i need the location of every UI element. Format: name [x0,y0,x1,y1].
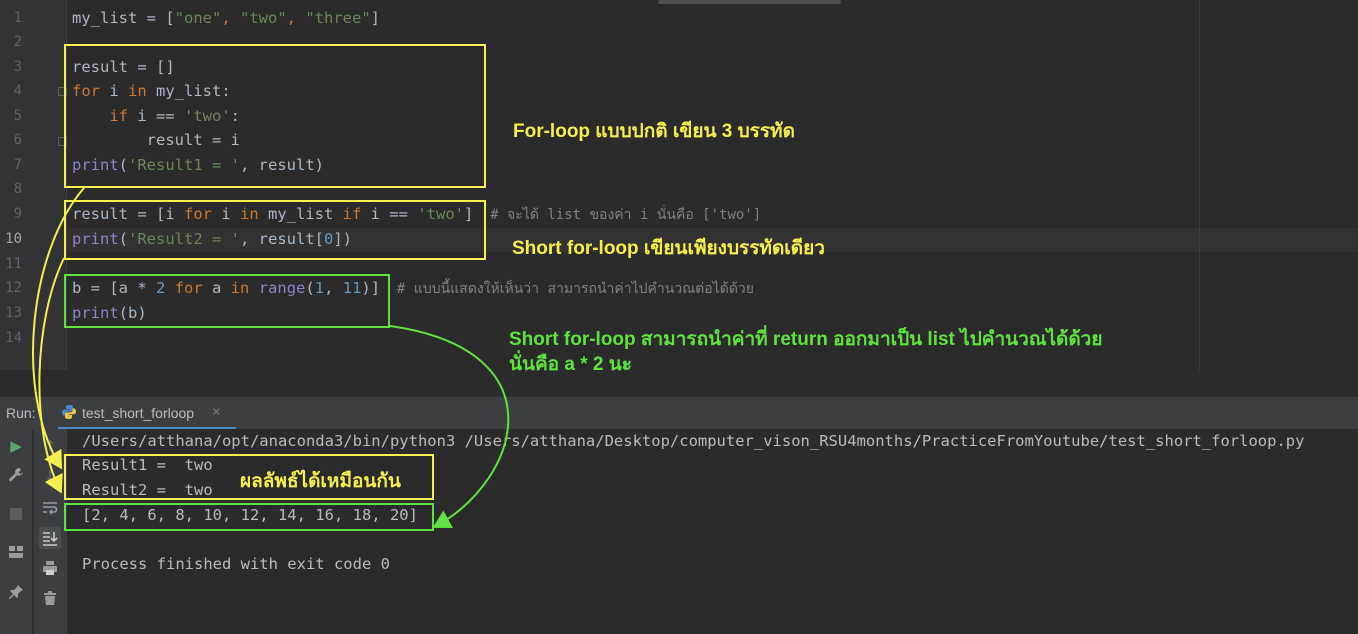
line-number: 4 [13,83,22,99]
line-number-gutter[interactable]: 1 2 3 4 5 6 7 8 9 10 11 12 13 14 [0,0,67,370]
trash-icon[interactable] [39,587,61,609]
line-number: 12 [5,280,22,296]
python-icon [62,405,76,419]
annotation-note-list-compute-2: นั่นคือ a * 2 นะ [509,354,632,375]
annotation-box-for-loop [64,44,486,188]
down-arrow-icon[interactable]: ↓ [39,465,61,487]
run-icon[interactable]: ▶ [5,435,27,457]
horizontal-scroll-thumb[interactable] [658,0,841,4]
line-number: 11 [5,256,22,272]
annotation-box-list-compute [64,274,390,328]
line-number: 13 [5,305,22,321]
run-panel-header: Run: test_short_forloop × [0,396,1358,430]
code-line-1: my_list = ["one", "two", "three"] [72,9,381,27]
line-number: 8 [13,181,22,197]
layout-icon[interactable] [5,541,27,563]
console-command-line: /Users/atthana/opt/anaconda3/bin/python3… [82,432,1305,450]
run-toolbar-left: ▶ [0,429,32,634]
line-number: 9 [13,206,22,222]
annotation-box-short-for-loop [64,200,486,260]
annotation-note-short-for-loop: Short for-loop เขียนเพียงบรรทัดเดียว [512,238,825,259]
console-exit-message: Process finished with exit code 0 [82,555,390,573]
annotation-note-for-loop: For-loop แบบปกติ เขียน 3 บรรทัด [513,121,795,142]
line-number: 3 [13,59,22,75]
run-tab-label: test_short_forloop [82,405,195,421]
line-number-current: 10 [5,231,22,247]
wrench-icon[interactable] [5,464,27,486]
line-number: 5 [13,108,22,124]
run-tab[interactable]: test_short_forloop × [58,397,236,430]
line-number: 2 [13,34,22,50]
scroll-to-end-icon[interactable] [39,527,61,549]
right-margin-guide [1199,0,1200,370]
annotation-note-same-result: ผลลัพธ์ได้เหมือนกัน [240,471,401,492]
pin-icon[interactable] [5,581,27,603]
run-toolbar-right: ↑ ↓ [33,429,67,634]
line-number: 14 [5,330,22,346]
stop-icon[interactable] [5,503,27,525]
annotation-box-list-output [64,503,434,531]
up-arrow-icon[interactable]: ↑ [39,435,61,457]
line-number: 1 [13,10,22,26]
line-number: 6 [13,132,22,148]
run-label: Run: [6,405,36,421]
line-number: 7 [13,157,22,173]
close-icon[interactable]: × [212,404,220,420]
soft-wrap-icon[interactable] [39,497,61,519]
print-icon[interactable] [39,557,61,579]
